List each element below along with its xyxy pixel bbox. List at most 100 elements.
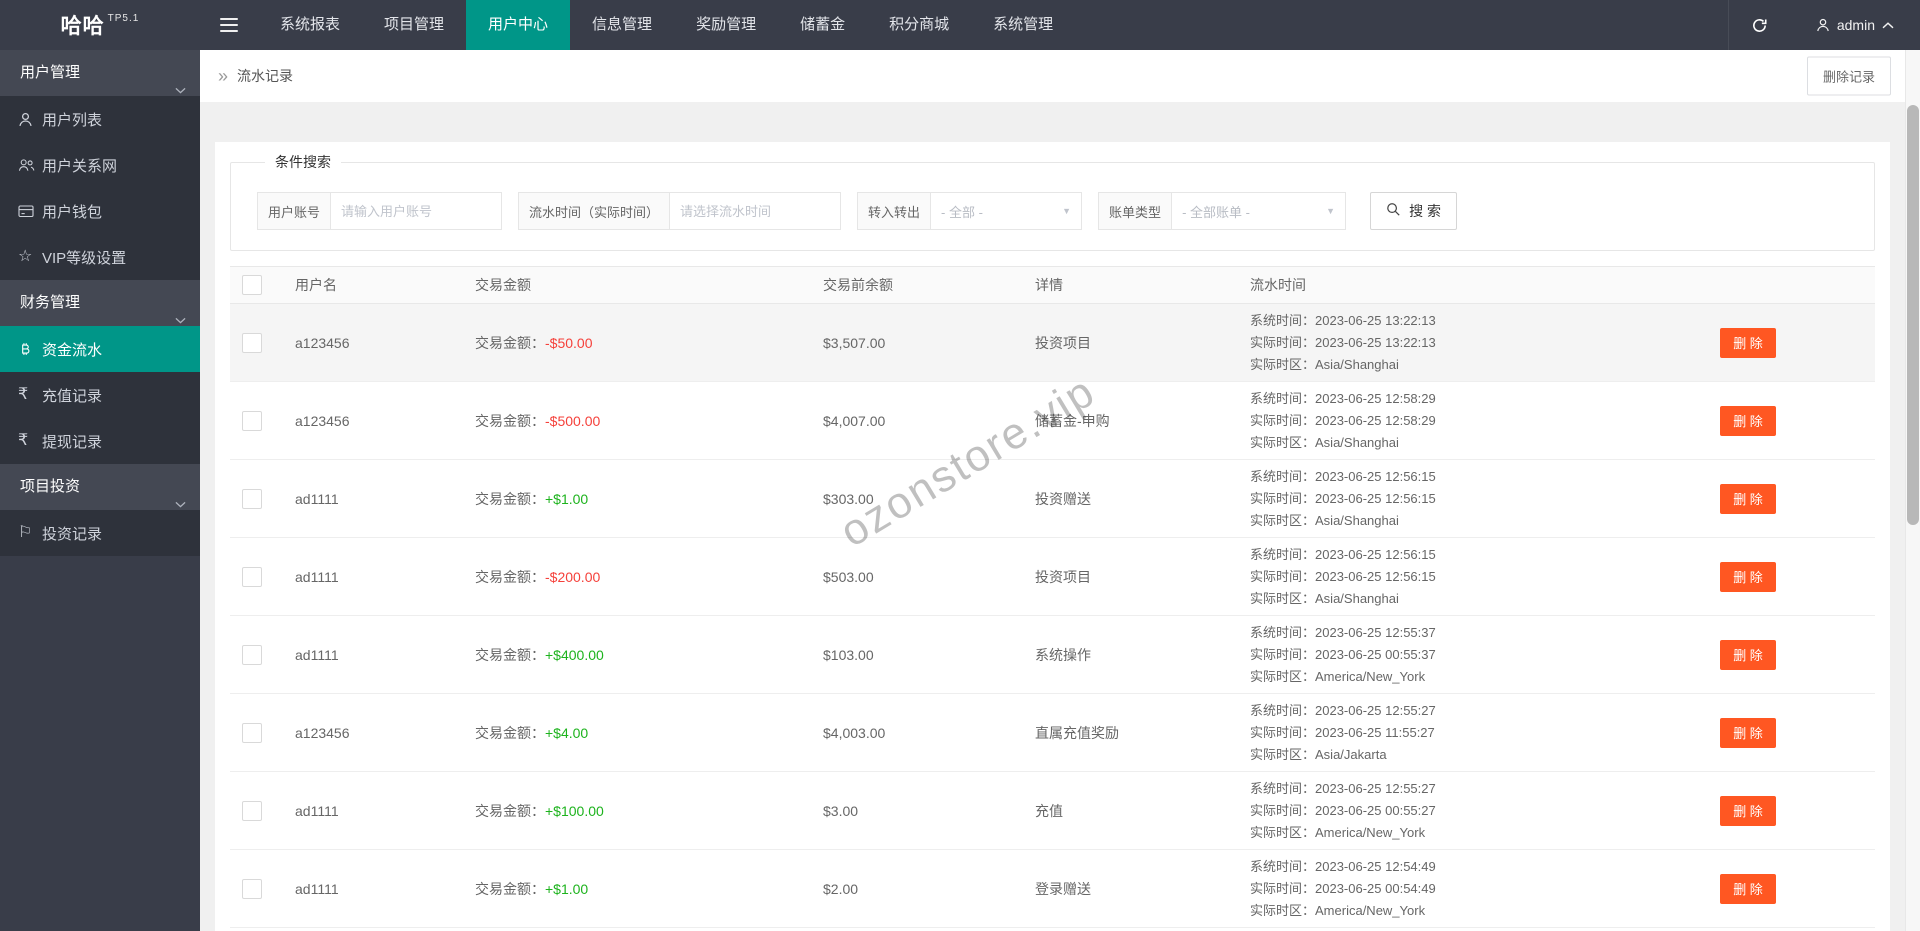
row-delete-button[interactable]: 删 除: [1720, 639, 1776, 670]
row-amount: 交易金额：-$200.00: [460, 567, 805, 587]
row-username: a123456: [295, 412, 350, 429]
direction-field-group: 转入转出 - 全部 - ▼: [857, 192, 1083, 230]
user-icon: [18, 112, 42, 127]
row-checkbox[interactable]: [242, 722, 262, 743]
timezone-label: 实际时区：: [1250, 434, 1316, 450]
time-field-label: 流水时间（实际时间）: [518, 192, 670, 230]
breadcrumb: » 流水记录 删除记录: [200, 50, 1905, 102]
scrollbar-thumb[interactable]: [1907, 105, 1919, 525]
sidebar-item[interactable]: 资金流水: [0, 326, 200, 372]
sidebar-item[interactable]: 用户关系网: [0, 142, 200, 188]
sidebar-item-label: 用户关系网: [42, 157, 118, 175]
sidebar-group[interactable]: 财务管理: [0, 280, 200, 326]
sidebar-item[interactable]: ⚐ 投资记录: [0, 510, 200, 556]
user-menu[interactable]: admin: [1790, 0, 1920, 50]
row-delete-button[interactable]: 删 除: [1720, 561, 1776, 592]
timezone-label: 实际时区：: [1250, 590, 1316, 606]
amount-value: +$400.00: [545, 646, 604, 663]
row-delete-button[interactable]: 删 除: [1720, 873, 1776, 904]
row-detail: 投资项目: [1035, 568, 1091, 585]
nav-item[interactable]: 系统报表: [258, 0, 362, 50]
row-checkbox[interactable]: [242, 800, 262, 821]
row-balance: $4,003.00: [823, 724, 886, 741]
header-detail: 详情: [1035, 277, 1063, 293]
account-input[interactable]: [330, 192, 503, 230]
row-username: ad1111: [295, 880, 339, 897]
row-time: 系统时间：2023-06-25 12:55:37 实际时间：2023-06-25…: [1250, 622, 1700, 688]
row-delete-button[interactable]: 删 除: [1720, 483, 1776, 514]
real-time-value: 2023-06-25 11:55:27: [1315, 724, 1435, 740]
row-amount: 交易金额：-$500.00: [460, 411, 805, 431]
amount-label: 交易金额：: [475, 646, 545, 663]
row-checkbox[interactable]: [242, 644, 262, 665]
chevron-down-icon: [175, 67, 186, 113]
real-time-value: 2023-06-25 00:55:37: [1315, 646, 1436, 662]
chevron-down-icon: ▼: [1062, 206, 1072, 216]
row-checkbox[interactable]: [242, 566, 262, 587]
nav-item[interactable]: 奖励管理: [674, 0, 778, 50]
chevron-up-icon: [1882, 21, 1894, 29]
real-time-label: 实际时间：: [1250, 568, 1316, 584]
sys-time-value: 2023-06-25 12:55:27: [1315, 702, 1436, 718]
nav-item[interactable]: 积分商城: [867, 0, 971, 50]
sidebar-item[interactable]: ₹ 充值记录: [0, 372, 200, 418]
sys-time-value: 2023-06-25 12:54:49: [1315, 858, 1436, 874]
real-time-value: 2023-06-25 00:54:49: [1315, 880, 1436, 896]
sidebar-group[interactable]: 用户管理: [0, 50, 200, 96]
nav-item[interactable]: 储蓄金: [778, 0, 867, 50]
type-select[interactable]: - 全部账单 - ▼: [1171, 192, 1347, 230]
row-time: 系统时间：2023-06-25 12:58:29 实际时间：2023-06-25…: [1250, 388, 1700, 454]
sidebar-item[interactable]: ☆ VIP等级设置: [0, 234, 200, 280]
row-checkbox[interactable]: [242, 488, 262, 509]
direction-select[interactable]: - 全部 - ▼: [930, 192, 1083, 230]
nav-item[interactable]: 用户中心: [466, 0, 571, 50]
row-time: 系统时间：2023-06-25 12:55:27 实际时间：2023-06-25…: [1250, 778, 1700, 844]
hamburger-icon[interactable]: [200, 0, 258, 50]
amount-label: 交易金额：: [475, 802, 545, 819]
row-delete-button[interactable]: 删 除: [1720, 795, 1776, 826]
sidebar-item[interactable]: ₹ 提现记录: [0, 418, 200, 464]
row-checkbox[interactable]: [242, 878, 262, 899]
search-panel: 条件搜索 用户账号 流水时间（实际时间） 转入转出 - 全部 - ▼: [230, 152, 1875, 251]
table-header-row: 用户名 交易金额 交易前余额 详情 流水时间: [230, 266, 1875, 304]
timezone-value: Asia/Shanghai: [1315, 590, 1399, 606]
row-delete-button[interactable]: 删 除: [1720, 327, 1776, 358]
delete-records-button[interactable]: 删除记录: [1806, 56, 1891, 96]
chevron-down-icon: [175, 481, 186, 527]
time-input[interactable]: [669, 192, 842, 230]
sidebar-item-label: 资金流水: [42, 341, 103, 359]
row-balance: $4,007.00: [823, 412, 886, 429]
sidebar-item[interactable]: 用户列表: [0, 96, 200, 142]
row-detail: 投资项目: [1035, 334, 1091, 351]
nav-item[interactable]: 系统管理: [971, 0, 1075, 50]
sidebar-group[interactable]: 项目投资: [0, 464, 200, 510]
sys-time-label: 系统时间：: [1250, 702, 1316, 718]
topbar: 哈哈 TP5.1 系统报表 项目管理 用户中心 信息管理 奖励管理 储蓄金 积分商城 系统管理 …: [0, 0, 1920, 50]
amount-value: -$50.00: [545, 334, 593, 351]
nav-item-label: 信息管理: [592, 16, 653, 33]
row-checkbox[interactable]: [242, 332, 262, 353]
header-time: 流水时间: [1250, 277, 1306, 293]
username-label: admin: [1836, 17, 1875, 33]
sidebar-item[interactable]: 用户钱包: [0, 188, 200, 234]
rupee-icon: ₹: [18, 386, 29, 403]
row-detail: 投资赠送: [1035, 490, 1091, 507]
row-balance: $103.00: [823, 646, 874, 663]
timezone-value: Asia/Jakarta: [1315, 746, 1387, 762]
nav-item[interactable]: 项目管理: [362, 0, 466, 50]
row-time: 系统时间：2023-06-25 12:55:27 实际时间：2023-06-25…: [1250, 700, 1700, 766]
search-button[interactable]: 搜 索: [1370, 192, 1457, 230]
row-checkbox[interactable]: [242, 410, 262, 431]
sidebar-item-label: 充值记录: [42, 387, 103, 405]
sys-time-value: 2023-06-25 13:22:13: [1315, 312, 1436, 328]
table-row: a123456 交易金额：+$4.00 $4,003.00 直属充值奖励 系统时…: [230, 694, 1875, 772]
sys-time-label: 系统时间：: [1250, 624, 1316, 640]
select-all-checkbox[interactable]: [242, 275, 262, 295]
refresh-icon[interactable]: [1727, 0, 1790, 50]
direction-select-value: - 全部 -: [941, 204, 983, 220]
row-delete-button[interactable]: 删 除: [1720, 405, 1776, 436]
nav-item[interactable]: 信息管理: [570, 0, 674, 50]
chevron-down-icon: ▼: [1326, 206, 1336, 216]
row-delete-button[interactable]: 删 除: [1720, 717, 1776, 748]
amount-label: 交易金额：: [475, 412, 545, 429]
